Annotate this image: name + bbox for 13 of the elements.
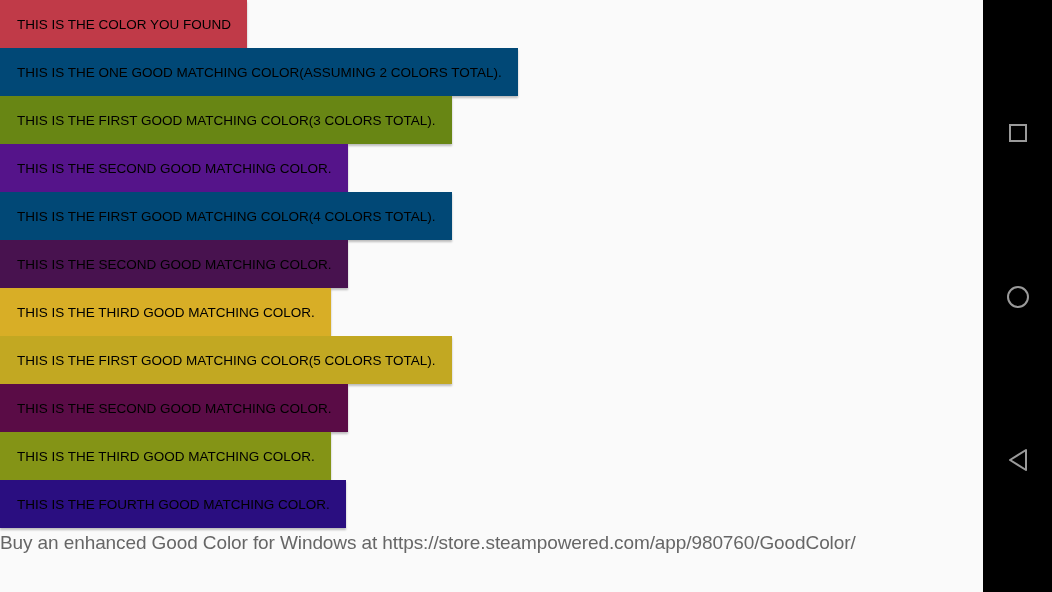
color-button[interactable]: THIS IS THE FOURTH GOOD MATCHING COLOR. <box>0 480 346 528</box>
color-button[interactable]: THIS IS THE FIRST GOOD MATCHING COLOR(5 COLORS TOTAL). <box>0 336 452 384</box>
color-button[interactable]: THIS IS THE SECOND GOOD MATCHING COLOR. <box>0 240 348 288</box>
color-button[interactable]: THIS IS THE COLOR YOU FOUND <box>0 0 248 48</box>
home-circle-icon[interactable] <box>1005 284 1030 309</box>
color-button[interactable]: THIS IS THE ONE GOOD MATCHING COLOR(ASSUMING 2 COLORS TOTAL). <box>0 48 518 96</box>
color-button[interactable]: THIS IS THE SECOND GOOD MATCHING COLOR. <box>0 384 348 432</box>
color-button[interactable]: THIS IS THE FIRST GOOD MATCHING COLOR(4 COLORS TOTAL). <box>0 192 452 240</box>
color-button[interactable]: THIS IS THE THIRD GOOD MATCHING COLOR. <box>0 288 331 336</box>
color-button[interactable]: THIS IS THE SECOND GOOD MATCHING COLOR. <box>0 144 348 192</box>
footer-text: Buy an enhanced Good Color for Windows at https://store.steampowered.com/app/980760/GoodColor/ <box>0 532 856 554</box>
color-button[interactable]: THIS IS THE FIRST GOOD MATCHING COLOR(3 COLORS TOTAL). <box>0 96 452 144</box>
color-button[interactable]: THIS IS THE THIRD GOOD MATCHING COLOR. <box>0 432 331 480</box>
